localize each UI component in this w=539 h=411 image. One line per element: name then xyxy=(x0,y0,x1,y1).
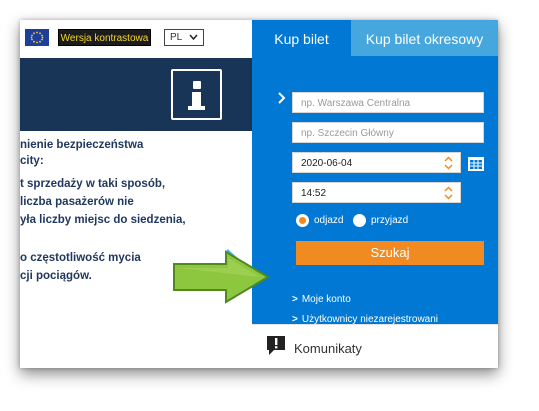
language-select[interactable]: PL xyxy=(164,29,204,46)
chevron-right-icon[interactable] xyxy=(278,92,286,104)
eu-flag-icon xyxy=(25,29,49,46)
article-line: o częstotliwość mycia xyxy=(20,252,141,264)
to-station-input[interactable]: np. Szczecin Główny xyxy=(292,122,484,143)
search-form: np. Warszawa Centralna np. Szczecin Głów… xyxy=(252,56,498,325)
radio-arrival[interactable] xyxy=(353,214,366,227)
article-line: cji pociągów. xyxy=(20,270,92,282)
announcements-label: Komunikaty xyxy=(294,341,362,356)
time-input[interactable]: 14:52 xyxy=(292,182,461,203)
date-value: 2020-06-04 xyxy=(301,158,353,169)
up-down-chevron-icon[interactable] xyxy=(444,186,453,200)
time-value: 14:52 xyxy=(301,188,327,199)
radio-departure[interactable] xyxy=(296,214,309,227)
ticket-panel: Kup bilet Kup bilet okresowy np. Warszaw… xyxy=(252,20,498,368)
article-line: t sprzedaży w taki sposób, xyxy=(20,178,166,190)
search-button[interactable]: Szukaj xyxy=(296,241,484,265)
language-value: PL xyxy=(170,32,183,43)
calendar-icon[interactable] xyxy=(468,157,484,171)
contrast-version-button[interactable]: Wersja kontrastowa xyxy=(58,29,151,46)
article-line: nienie bezpieczeństwa xyxy=(20,139,144,151)
tab-buy-ticket[interactable]: Kup bilet xyxy=(252,20,351,56)
date-input[interactable]: 2020-06-04 xyxy=(292,152,461,173)
info-icon[interactable] xyxy=(171,69,222,120)
my-account-link[interactable]: > Moje konto xyxy=(292,294,351,305)
article-line: yła liczby miejsc do siedzenia, xyxy=(20,214,186,226)
announcements-section[interactable]: Komunikaty xyxy=(252,324,498,368)
article-line: liczba pasażerów nie xyxy=(20,196,134,208)
article-line: city: xyxy=(20,155,44,167)
link-prefix: > xyxy=(292,294,298,305)
chevron-down-icon xyxy=(189,34,198,41)
tab-season-ticket[interactable]: Kup bilet okresowy xyxy=(351,20,498,56)
browser-frame: Wersja kontrastowa PL nienie bezpieczeńs… xyxy=(20,20,498,368)
my-account-label: Moje konto xyxy=(301,294,351,305)
up-down-chevron-icon[interactable] xyxy=(444,156,453,170)
top-bar: Wersja kontrastowa PL xyxy=(20,20,252,58)
radio-departure-label: odjazd xyxy=(314,215,344,226)
green-arrow-icon xyxy=(173,250,270,304)
from-station-input[interactable]: np. Warszawa Centralna xyxy=(292,92,484,113)
left-pane: Wersja kontrastowa PL nienie bezpieczeńs… xyxy=(20,20,252,368)
radio-arrival-label: przyjazd xyxy=(371,215,409,226)
speech-bubble-exclamation-icon xyxy=(267,336,285,355)
header-banner xyxy=(20,58,252,131)
